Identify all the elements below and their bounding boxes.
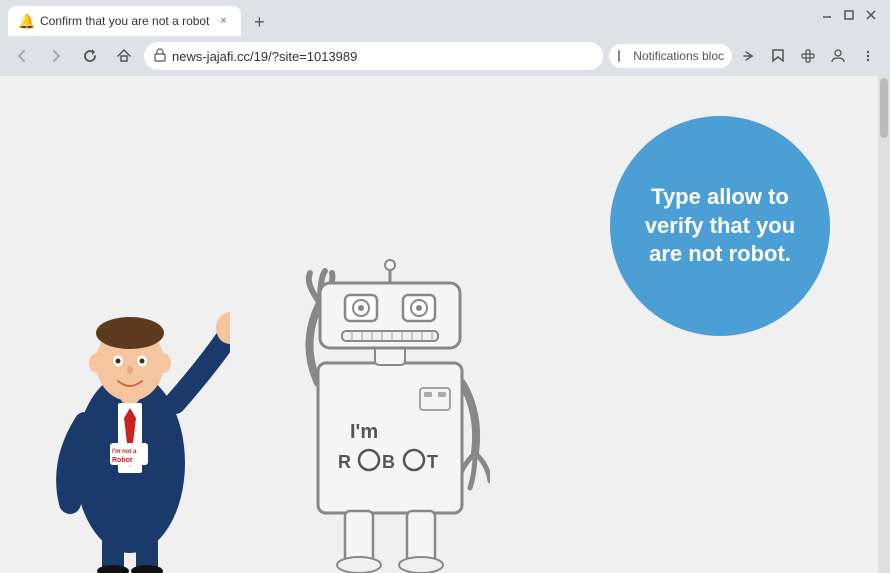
menu-button[interactable] [854, 42, 882, 70]
extensions-button[interactable] [794, 42, 822, 70]
address-bar: news-jajafi.cc/19/?site=1013989 Notifica… [0, 36, 890, 76]
notifications-indicator[interactable]: Notifications bloc [609, 44, 732, 68]
lock-icon [154, 48, 166, 65]
svg-text:I'm not a: I'm not a [112, 449, 137, 455]
toolbar-right: Notifications bloc [609, 42, 882, 70]
home-button[interactable] [110, 42, 138, 70]
maximize-button[interactable] [842, 8, 856, 22]
back-button[interactable] [8, 42, 36, 70]
new-tab-button[interactable]: + [245, 8, 273, 36]
chrome-window: 🔔 Confirm that you are not a robot × + [0, 0, 890, 573]
person-illustration: I'm not a Robot [30, 233, 230, 573]
close-button[interactable] [864, 8, 878, 22]
url-bar[interactable]: news-jajafi.cc/19/?site=1013989 [144, 42, 603, 70]
tab-title: Confirm that you are not a robot [40, 14, 209, 28]
reload-button[interactable] [76, 42, 104, 70]
svg-text:R: R [338, 452, 351, 472]
forward-button[interactable] [42, 42, 70, 70]
url-text: news-jajafi.cc/19/?site=1013989 [172, 49, 593, 64]
profile-button[interactable] [824, 42, 852, 70]
active-tab[interactable]: 🔔 Confirm that you are not a robot × [8, 6, 241, 36]
verification-circle: Type allow to verify that you are not ro… [610, 116, 830, 336]
tab-close-button[interactable]: × [215, 13, 231, 29]
minimize-button[interactable] [820, 8, 834, 22]
svg-text:Robot: Robot [112, 457, 133, 464]
page-content: Type allow to verify that you are not ro… [0, 76, 890, 573]
bookmark-button[interactable] [764, 42, 792, 70]
scrollbar-thumb[interactable] [880, 78, 888, 138]
circle-message: Type allow to verify that you are not ro… [610, 163, 830, 289]
robot-illustration: I'm R B T [290, 253, 490, 573]
svg-text:I'm: I'm [350, 421, 378, 443]
scrollbar[interactable] [878, 76, 890, 573]
svg-text:T: T [427, 452, 438, 472]
tab-favicon: 🔔 [18, 13, 34, 29]
tab-bar: 🔔 Confirm that you are not a robot × + [0, 0, 273, 36]
window-controls [820, 8, 878, 22]
notifications-label: Notifications bloc [633, 49, 724, 63]
svg-text:B: B [382, 452, 395, 472]
share-button[interactable] [734, 42, 762, 70]
title-bar: 🔔 Confirm that you are not a robot × + [0, 0, 890, 36]
